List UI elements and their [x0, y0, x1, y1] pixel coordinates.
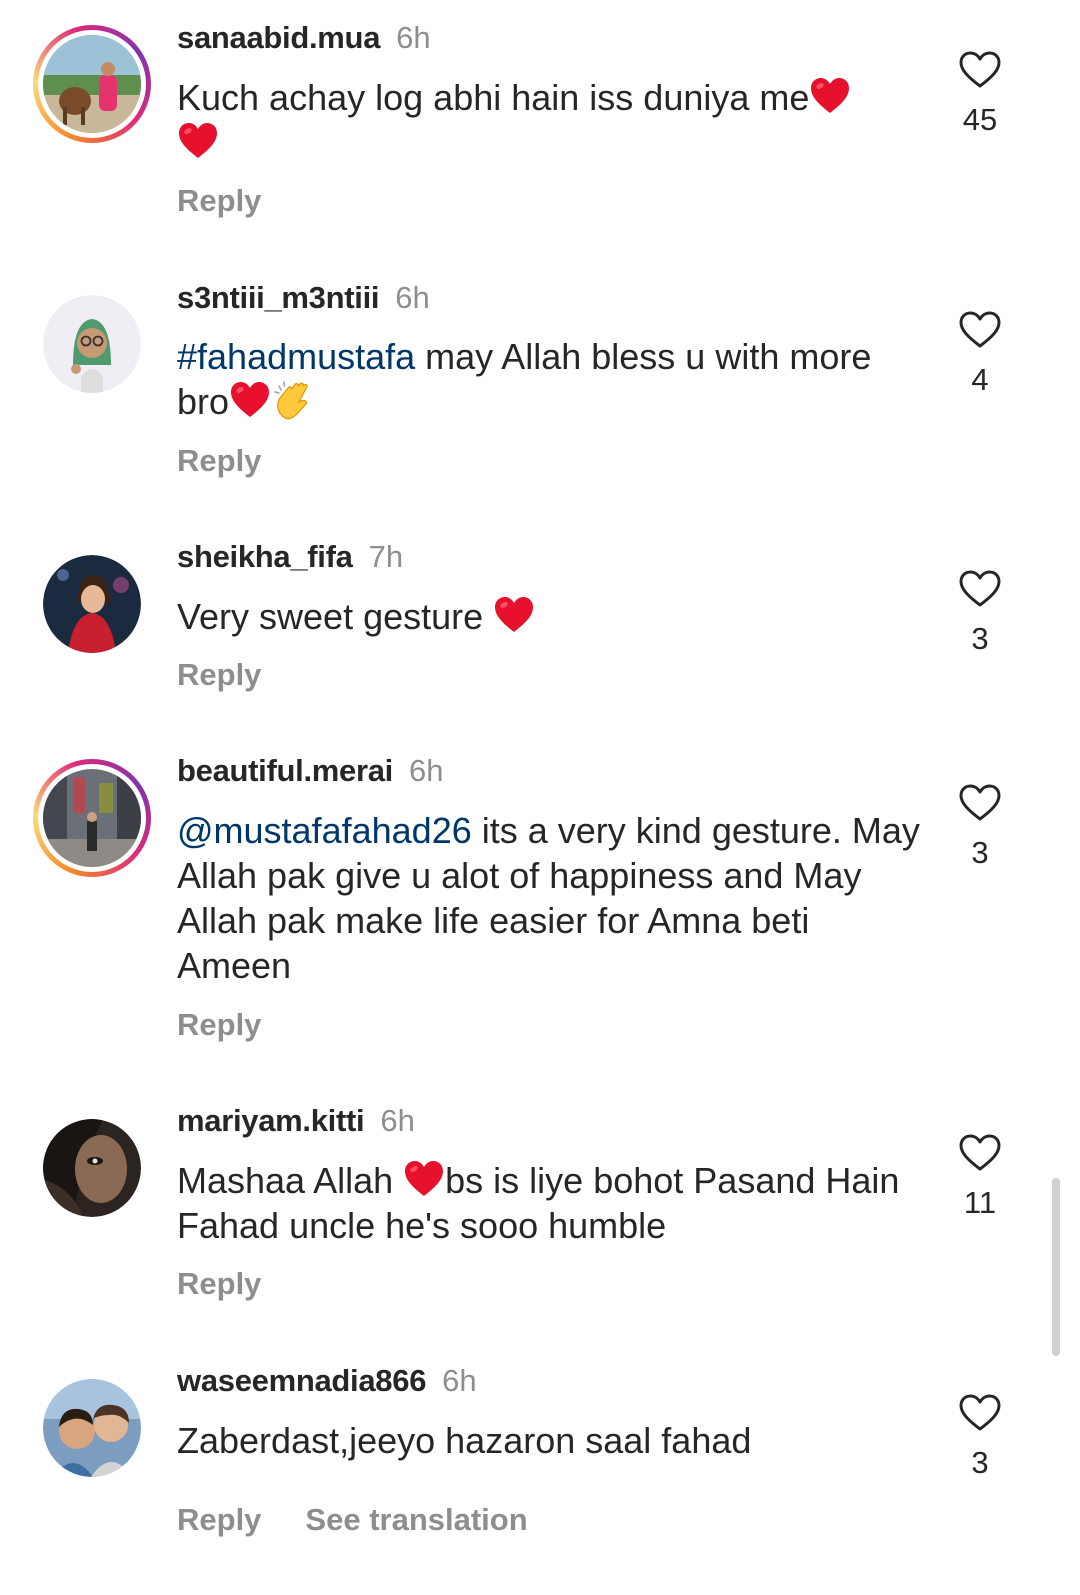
avatar-wrapper[interactable]	[43, 555, 141, 653]
timestamp: 6h	[442, 1363, 477, 1398]
like-control: 3	[950, 783, 1010, 871]
comment-text: Mashaa Allah bs is liye bohot Pasand Hai…	[177, 1159, 900, 1246]
comment-text: Very sweet gesture	[177, 594, 927, 639]
timestamp: 6h	[380, 1103, 415, 1138]
reply-button[interactable]: Reply	[177, 657, 261, 692]
heart-outline-icon[interactable]	[958, 569, 1002, 609]
comment-text: Kuch achay log abhi hain iss duniya me	[177, 75, 927, 165]
username[interactable]: waseemnadia866	[177, 1363, 426, 1398]
comment-text: @mustafafahad26 its a very kind gesture.…	[177, 810, 920, 986]
like-control: 3	[950, 1393, 1010, 1481]
hashtag-link[interactable]: #fahadmustafa	[177, 336, 415, 377]
avatar-photo	[43, 555, 141, 653]
avatar-wrapper[interactable]	[43, 1379, 141, 1477]
avatar-photo	[43, 35, 141, 133]
reply-button[interactable]: Reply	[177, 1266, 261, 1301]
avatar	[38, 30, 146, 138]
like-control: 3	[950, 569, 1010, 657]
like-control: 11	[950, 1133, 1010, 1221]
timestamp: 6h	[396, 20, 431, 55]
heart-outline-icon[interactable]	[958, 310, 1002, 350]
heart-outline-icon[interactable]	[958, 1393, 1002, 1433]
like-control: 45	[950, 50, 1010, 138]
avatar	[38, 764, 146, 872]
red-heart-emoji	[229, 380, 271, 420]
like-count: 3	[971, 621, 989, 656]
like-count: 45	[962, 102, 998, 137]
red-heart-emoji	[177, 121, 219, 161]
comment-text: Zaberdast,jeeyo hazaron saal fahad	[177, 1420, 752, 1461]
red-heart-emoji	[403, 1159, 445, 1199]
comment-header: mariyam.kitti 6h	[177, 1103, 415, 1139]
timestamp: 6h	[409, 753, 444, 788]
timestamp: 7h	[368, 539, 404, 574]
avatar-photo	[43, 1379, 141, 1477]
comment-text: #fahadmustafa may Allah bless u with mor…	[177, 336, 872, 422]
heart-outline-icon[interactable]	[958, 50, 1002, 90]
username[interactable]: mariyam.kitti	[177, 1103, 365, 1138]
comment-actions: Reply	[177, 1266, 261, 1302]
avatar	[43, 295, 141, 393]
comment-actions: Reply	[177, 443, 261, 479]
see-translation-button[interactable]: See translation	[305, 1502, 527, 1537]
avatar-photo	[43, 1119, 141, 1217]
scrollbar[interactable]	[1052, 1178, 1060, 1356]
username[interactable]: s3ntiii_m3ntiii	[177, 280, 380, 315]
like-count: 11	[963, 1185, 997, 1220]
reply-button[interactable]: Reply	[177, 443, 261, 478]
like-count: 3	[971, 1445, 989, 1480]
comment-header: sanaabid.mua 6h	[177, 20, 431, 56]
comment-header: beautiful.merai 6h	[177, 753, 443, 789]
comment-actions: Reply See translation	[177, 1502, 528, 1538]
heart-outline-icon[interactable]	[958, 1133, 1002, 1173]
username[interactable]: sheikha_fifa	[177, 539, 353, 574]
like-count: 3	[971, 835, 989, 870]
avatar	[43, 1379, 141, 1477]
comment-header: sheikha_fifa 7h	[177, 539, 403, 575]
avatar-wrapper[interactable]	[43, 295, 141, 393]
red-heart-emoji	[809, 76, 851, 116]
avatar-wrapper[interactable]	[43, 1119, 141, 1217]
comment-header: s3ntiii_m3ntiii 6h	[177, 280, 430, 316]
avatar-photo	[43, 769, 141, 867]
avatar-story-ring[interactable]	[33, 25, 151, 143]
heart-outline-icon[interactable]	[958, 783, 1002, 823]
avatar-story-ring[interactable]	[33, 759, 151, 877]
avatar	[43, 1119, 141, 1217]
like-control: 4	[950, 310, 1010, 398]
comment-actions: Reply	[177, 1007, 261, 1043]
username[interactable]: beautiful.merai	[177, 753, 393, 788]
comment-actions: Reply	[177, 183, 261, 219]
like-count: 4	[971, 362, 989, 397]
clapping-hands-emoji	[271, 380, 315, 422]
username[interactable]: sanaabid.mua	[177, 20, 380, 55]
avatar	[43, 555, 141, 653]
red-heart-emoji	[493, 595, 535, 635]
reply-button[interactable]: Reply	[177, 1007, 261, 1042]
avatar-photo	[43, 295, 141, 393]
timestamp: 6h	[395, 280, 430, 315]
reply-button[interactable]: Reply	[177, 183, 261, 218]
reply-button[interactable]: Reply	[177, 1502, 261, 1537]
comment-actions: Reply	[177, 657, 261, 693]
mention-link[interactable]: @mustafafahad26	[177, 810, 472, 851]
comment-header: waseemnadia866 6h	[177, 1363, 477, 1399]
